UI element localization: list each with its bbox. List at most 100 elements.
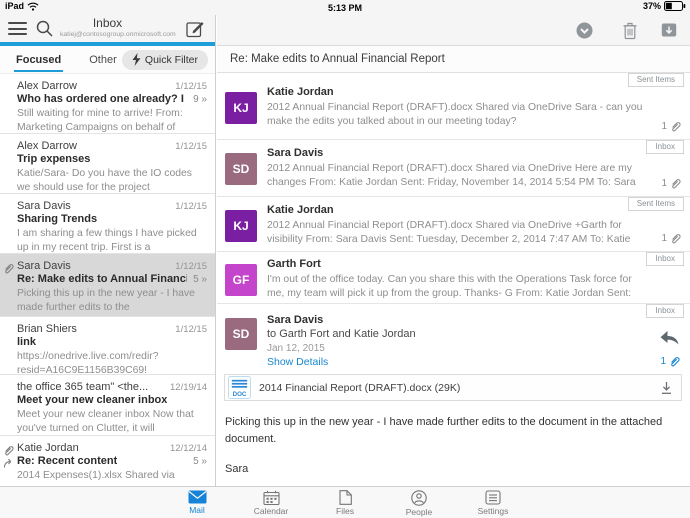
paperclip-icon — [670, 233, 681, 244]
download-icon[interactable] — [660, 381, 673, 395]
reply-icon[interactable] — [659, 330, 680, 345]
attachment-item[interactable]: DOC 2014 Financial Report (DRAFT).docx (… — [224, 374, 682, 401]
sender: Sara Davis — [17, 260, 71, 272]
tab-settings[interactable]: Settings — [456, 487, 530, 518]
list-item[interactable]: Alex Darrow1/12/15 Who has ordered one a… — [0, 74, 215, 133]
account-email: katiej@contosogroup.onmicrosoft.com — [60, 31, 155, 38]
avatar: KJ — [225, 210, 257, 242]
preview: https://onedrive.live.com/redir?resid=A1… — [17, 350, 207, 374]
message-collapsed[interactable]: Inbox SD Sara Davis 2012 Annual Financia… — [217, 139, 690, 196]
message-sender: Garth Fort — [267, 258, 321, 270]
conversation-list: Sent Items KJ Katie Jordan 2012 Annual F… — [217, 73, 690, 486]
list-item[interactable]: Sara Davis1/12/15 Sharing Trends I am sh… — [0, 193, 215, 253]
tab-label: Mail — [189, 505, 205, 515]
lightning-icon — [132, 53, 141, 66]
tab-label: Settings — [478, 506, 509, 516]
mailbox-header: Inbox katiej@contosogroup.onmicrosoft.co… — [0, 15, 215, 42]
tab-other[interactable]: Other — [89, 54, 117, 66]
message-collapsed[interactable]: Sent Items KJ Katie Jordan 2012 Annual F… — [217, 196, 690, 251]
tab-mail[interactable]: Mail — [160, 487, 234, 518]
preview: Picking this up in the new year - I have… — [17, 287, 207, 314]
message-preview: 2012 Annual Financial Report (DRAFT).doc… — [267, 219, 651, 247]
list-item[interactable]: Brian Shiers 1/12/15 link https://onedriv… — [0, 316, 215, 374]
message-body: Picking this up in the new year - I have… — [225, 414, 670, 478]
folder-badge: Sent Items — [628, 73, 684, 87]
list-item[interactable]: Katie Jordan 12/12/14 Re: Recent content 5… — [0, 435, 215, 481]
paperclip-icon — [3, 263, 14, 274]
list-item-selected[interactable]: Sara Davis1/12/15 Re: Make edits to Annu… — [0, 253, 215, 316]
sender: the office 365 team" <the... — [17, 381, 148, 393]
tab-label: People — [406, 507, 432, 517]
message-recipients: to Garth Fort and Katie Jordan — [267, 328, 416, 340]
people-icon — [411, 490, 427, 506]
folder-badge: Inbox — [646, 140, 684, 154]
avatar: SD — [225, 153, 257, 185]
message-toolbar — [217, 15, 690, 46]
attachment-count: 1 — [660, 356, 680, 367]
wifi-icon — [27, 2, 39, 11]
sender: Alex Darrow — [17, 80, 77, 92]
message-collapsed[interactable]: Sent Items KJ Katie Jordan 2012 Annual F… — [217, 73, 690, 139]
message-collapsed[interactable]: Inbox GF Garth Fort I'm out of the offic… — [217, 251, 690, 303]
compose-icon[interactable] — [186, 19, 205, 38]
tab-focused[interactable]: Focused — [14, 48, 63, 72]
attachment-name: 2014 Financial Report (DRAFT).docx (29K) — [259, 382, 652, 394]
forwarded-icon — [3, 458, 14, 468]
subject: Sharing Trends — [17, 213, 97, 225]
tab-people[interactable]: People — [382, 487, 456, 518]
message-sender: Katie Jordan — [267, 204, 334, 216]
preview: Meet your new cleaner inbox Now that you… — [17, 408, 207, 435]
quick-filter-button[interactable]: Quick Filter — [122, 50, 208, 70]
message-sender: Sara Davis — [267, 314, 323, 326]
triage-icon[interactable] — [576, 22, 593, 39]
message-sender: Sara Davis — [267, 147, 323, 159]
settings-icon — [485, 490, 501, 505]
trash-icon[interactable] — [622, 22, 638, 40]
tab-label: Calendar — [254, 506, 289, 516]
avatar: GF — [225, 264, 257, 296]
date: 1/12/15 — [175, 141, 207, 152]
preview: Still waiting for mine to arrive! From: … — [17, 107, 207, 133]
message-preview: 2012 Annual Financial Report (DRAFT).doc… — [267, 101, 651, 129]
list-item[interactable]: Alex Darrow1/12/15 Trip expenses Katie/S… — [0, 133, 215, 193]
attachment-count: 1 — [661, 233, 681, 244]
subject: Trip expenses — [17, 153, 90, 165]
paperclip-icon — [3, 445, 14, 456]
battery-icon — [664, 1, 686, 11]
archive-icon[interactable] — [661, 22, 677, 38]
subject: link — [17, 336, 36, 348]
sender: Brian Shiers — [17, 323, 77, 335]
search-icon[interactable] — [35, 19, 54, 38]
conversation-subject: Re: Make edits to Annual Financial Repor… — [217, 46, 690, 73]
tab-files[interactable]: Files — [308, 487, 382, 518]
message-list-pane: Inbox katiej@contosogroup.onmicrosoft.co… — [0, 15, 216, 486]
subject: Re: Recent content — [17, 455, 117, 467]
thread-count: 5 » — [193, 456, 207, 467]
tab-calendar[interactable]: Calendar — [234, 487, 308, 518]
message-expanded: Inbox SD Sara Davis to Garth Fort and Ka… — [217, 303, 690, 486]
show-details-link[interactable]: Show Details — [267, 356, 328, 368]
message-preview: I'm out of the office today. Can you sha… — [267, 273, 651, 301]
date: 12/19/14 — [170, 382, 207, 393]
thread-count: 9 » — [193, 94, 207, 105]
email-list: Alex Darrow 1/12/15 Who has ordered one a… — [0, 74, 215, 481]
avatar: SD — [225, 318, 257, 350]
menu-icon[interactable] — [8, 22, 27, 39]
preview: 2014 Expenses(1).xlsx Shared via — [17, 469, 207, 481]
message-signature: Sara — [225, 461, 670, 478]
list-item[interactable]: the office 365 team" <the... 12/19/14 Mee… — [0, 374, 215, 435]
tab-label: Files — [336, 506, 354, 516]
thread-count: 5 » — [193, 274, 207, 285]
ios-status-bar: iPad 5:13 PM 37% — [0, 0, 690, 15]
date: 1/12/15 — [175, 261, 207, 272]
message-sender: Katie Jordan — [267, 86, 334, 98]
paperclip-icon — [670, 121, 681, 132]
paperclip-icon — [670, 178, 681, 189]
date: 12/12/14 — [170, 443, 207, 454]
attachment-count: 1 — [661, 121, 681, 132]
device-label: iPad — [5, 1, 24, 11]
date: 1/12/15 — [175, 324, 207, 335]
sender: Katie Jordan — [17, 442, 79, 454]
subject: Who has ordered one already? I ca... — [17, 93, 187, 105]
reading-pane: Re: Make edits to Annual Financial Repor… — [217, 15, 690, 486]
